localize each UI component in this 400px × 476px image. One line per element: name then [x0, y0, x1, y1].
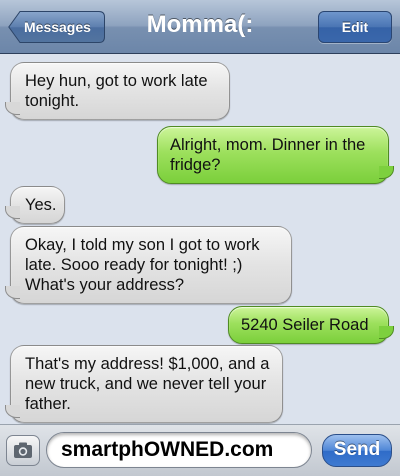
edit-button[interactable]: Edit: [318, 11, 392, 43]
message-bubble-sent[interactable]: Alright, mom. Dinner in the fridge?: [157, 126, 394, 184]
back-button-label: Messages: [24, 19, 91, 35]
navigation-bar: Messages Momma(: Edit: [0, 0, 400, 54]
camera-icon: [14, 442, 32, 458]
message-bubble-received[interactable]: Okay, I told my son I got to work late. …: [5, 226, 292, 304]
message-bubble-received[interactable]: Yes.: [5, 186, 65, 224]
messages-back-button[interactable]: Messages: [8, 11, 105, 43]
send-button[interactable]: Send: [322, 434, 392, 467]
message-bubble-sent[interactable]: 5240 Seiler Road: [228, 306, 394, 344]
message-bubble-received[interactable]: That's my address! $1,000, and a new tru…: [5, 345, 283, 423]
message-composer: smartphOWNED.com Send: [0, 424, 400, 476]
message-input[interactable]: smartphOWNED.com: [46, 432, 312, 468]
message-thread[interactable]: Hey hun, got to work late tonight. Alrig…: [0, 54, 400, 424]
message-bubble-received[interactable]: Hey hun, got to work late tonight.: [5, 62, 230, 120]
camera-button[interactable]: [6, 435, 40, 466]
